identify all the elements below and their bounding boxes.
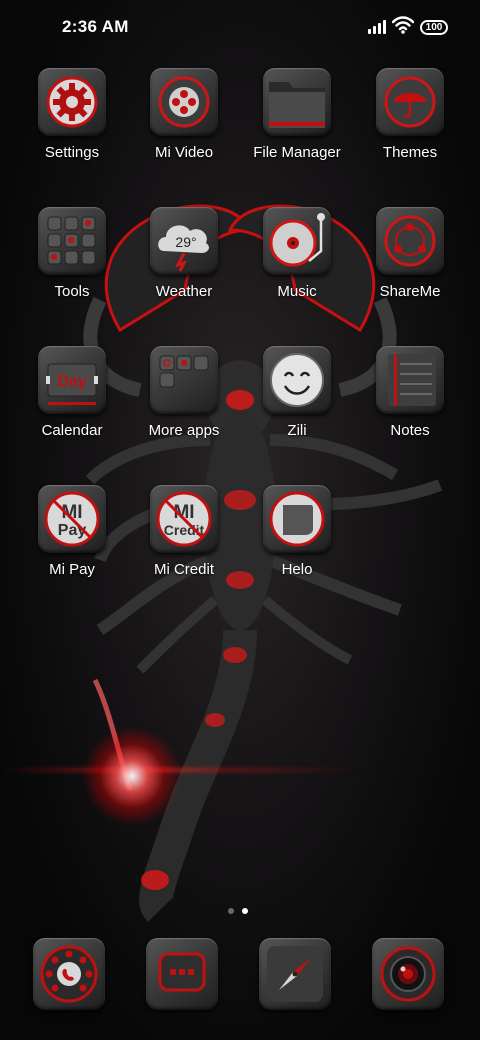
status-time: 2:36 AM	[62, 17, 129, 36]
app-more-apps-folder[interactable]: More apps	[129, 346, 239, 439]
app-label: Zili	[287, 422, 307, 439]
app-label: Mi Pay	[49, 561, 95, 578]
app-zili[interactable]: Zili	[242, 346, 352, 439]
cellular-signal-icon	[368, 20, 390, 34]
app-label: ShareMe	[379, 283, 441, 300]
battery-indicator: 100	[420, 20, 448, 35]
camera-lens-icon	[372, 938, 444, 1010]
app-label: File Manager	[253, 144, 341, 161]
app-music[interactable]: Music	[242, 207, 352, 300]
settings-gear-icon	[38, 68, 106, 136]
share-icon	[376, 207, 444, 275]
page-dot-1[interactable]	[228, 908, 234, 914]
app-label: Calendar	[41, 422, 103, 439]
mi-video-icon	[150, 68, 218, 136]
messages-icon	[146, 938, 218, 1010]
dock-phone[interactable]	[14, 938, 124, 1010]
turntable-icon	[263, 207, 331, 275]
app-label: Themes	[382, 144, 438, 161]
app-label: Mi Video	[154, 144, 214, 161]
calendar-day-text: Day	[57, 373, 86, 390]
calendar-icon: Day	[38, 346, 106, 414]
app-label: Helo	[281, 561, 313, 578]
mi-credit-icon: MI Credit	[150, 485, 218, 553]
page-indicator	[228, 901, 256, 919]
app-label: Weather	[155, 283, 213, 300]
app-shareme[interactable]: ShareMe	[355, 207, 465, 300]
weather-temperature: 29°	[175, 234, 196, 250]
app-weather[interactable]: 29° Weather	[129, 207, 239, 300]
smiley-face-icon	[263, 346, 331, 414]
app-label: Mi Credit	[153, 561, 214, 578]
compass-browser-icon	[259, 938, 331, 1010]
mi-pay-icon: MI Pay	[38, 485, 106, 553]
notes-icon	[376, 346, 444, 414]
app-calendar[interactable]: Day Calendar	[17, 346, 127, 439]
dock-messages[interactable]	[127, 938, 237, 1010]
umbrella-icon	[376, 68, 444, 136]
rotary-phone-icon	[33, 938, 105, 1010]
app-mi-video[interactable]: Mi Video	[129, 68, 239, 161]
folder-icon	[263, 68, 331, 136]
app-label: Notes	[390, 422, 430, 439]
app-label: Tools	[54, 283, 90, 300]
app-tools[interactable]: Tools	[17, 207, 127, 300]
app-settings[interactable]: Settings	[17, 68, 127, 161]
status-bar: 2:36 AM 100	[0, 0, 480, 56]
wifi-icon	[392, 16, 414, 34]
helo-icon	[263, 485, 331, 553]
weather-cloud-icon: 29°	[150, 207, 218, 275]
dock-camera[interactable]	[353, 938, 463, 1010]
tools-grid-icon	[38, 207, 106, 275]
app-label: Music	[277, 283, 317, 300]
app-label: Settings	[44, 144, 100, 161]
app-label: More apps	[148, 422, 220, 439]
page-dot-2-active[interactable]	[242, 908, 248, 914]
dock-browser[interactable]	[240, 938, 350, 1010]
app-notes[interactable]: Notes	[355, 346, 465, 439]
app-mi-pay[interactable]: MI Pay Mi Pay	[17, 485, 127, 578]
app-mi-credit[interactable]: MI Credit Mi Credit	[129, 485, 239, 578]
app-helo[interactable]: Helo	[242, 485, 352, 578]
more-apps-folder-icon	[150, 346, 218, 414]
app-file-manager[interactable]: File Manager	[242, 68, 352, 161]
app-themes[interactable]: Themes	[355, 68, 465, 161]
mi-credit-logo-bottom: Credit	[164, 522, 205, 538]
